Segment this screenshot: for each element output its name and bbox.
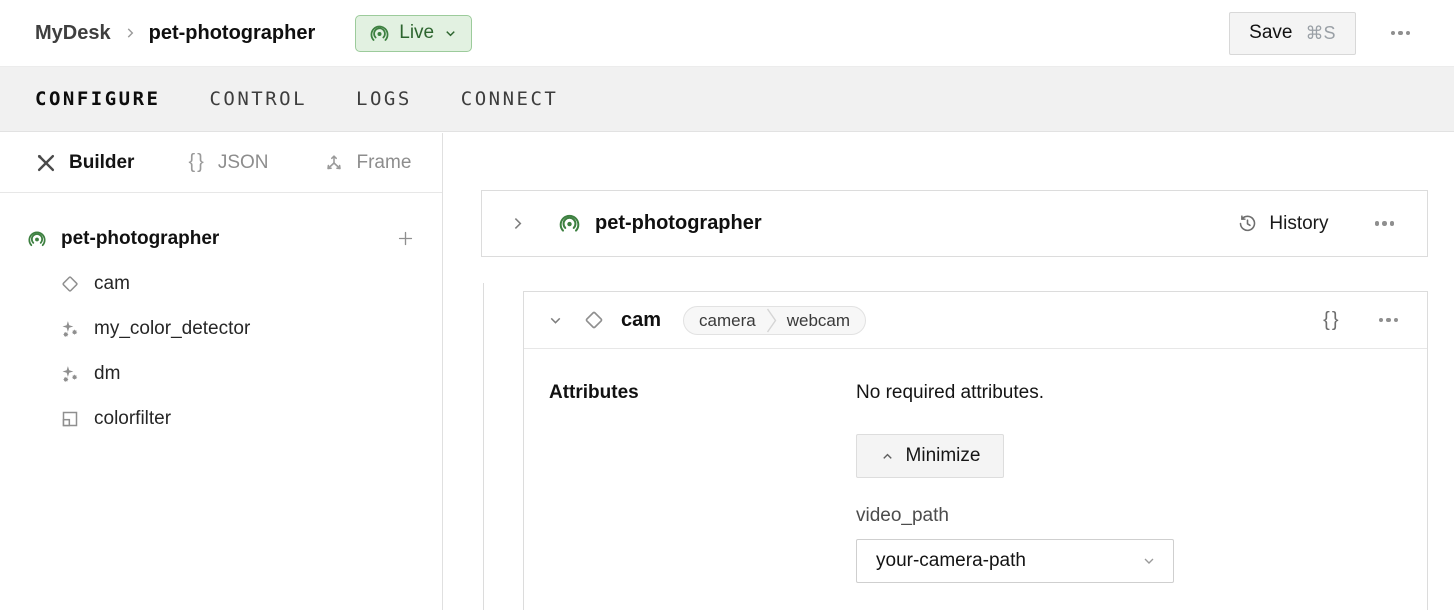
tree-item-dm[interactable]: dm: [0, 351, 442, 396]
no-required-attributes-text: No required attributes.: [856, 382, 1044, 404]
machine-part-card: pet-photographer History: [481, 190, 1428, 257]
tree-cam-label: cam: [94, 273, 130, 295]
save-button[interactable]: Save ⌘S: [1229, 12, 1355, 55]
breadcrumb-separator-icon: [123, 26, 137, 40]
machine-online-icon: [27, 229, 47, 249]
machine-status-dropdown[interactable]: Live: [355, 15, 472, 52]
part-menu-button[interactable]: [1371, 217, 1399, 230]
sidebar-mode-switcher: Builder {} JSON Frame: [0, 133, 442, 193]
chevron-down-icon[interactable]: [547, 312, 564, 329]
chevron-down-icon: [1141, 553, 1157, 569]
broadcast-icon: [369, 23, 390, 44]
mode-builder-label: Builder: [69, 152, 134, 174]
chevron-down-icon: [443, 26, 458, 41]
tree-item-machine[interactable]: pet-photographer: [0, 216, 442, 261]
status-label: Live: [399, 22, 434, 44]
component-diamond-icon: [60, 274, 80, 294]
attributes-section-label: Attributes: [549, 382, 639, 404]
video-path-value: your-camera-path: [876, 550, 1026, 572]
mode-frame-label: Frame: [357, 152, 412, 174]
edit-json-button[interactable]: {}: [1323, 309, 1340, 332]
component-diamond-icon: [583, 309, 605, 331]
resource-card-body: Attributes No required attributes. Minim…: [524, 349, 1427, 610]
video-path-select[interactable]: your-camera-path: [856, 539, 1174, 583]
config-sidebar: Builder {} JSON Frame: [0, 133, 443, 610]
chevron-separator-icon: [766, 306, 777, 335]
module-icon: [60, 409, 80, 429]
history-button[interactable]: History: [1237, 213, 1328, 235]
minimize-label: Minimize: [906, 445, 981, 467]
tab-control[interactable]: CONTROL: [209, 88, 307, 110]
badge-model: webcam: [777, 307, 865, 334]
history-label: History: [1269, 213, 1328, 235]
history-icon: [1237, 213, 1258, 234]
header-menu-button[interactable]: [1387, 27, 1415, 40]
service-sparkles-icon: [60, 319, 80, 339]
tree-machine-label: pet-photographer: [61, 228, 219, 250]
mode-json[interactable]: {} JSON: [188, 151, 268, 174]
braces-icon: {}: [188, 151, 205, 174]
machine-online-icon: [558, 212, 581, 235]
minimize-button[interactable]: Minimize: [856, 434, 1004, 478]
mode-builder[interactable]: Builder: [35, 152, 134, 174]
save-label: Save: [1249, 22, 1292, 44]
resource-card-cam: cam camera webcam {} Attributes No requi…: [523, 291, 1428, 610]
tree-item-colorfilter[interactable]: colorfilter: [0, 396, 442, 441]
app-header: MyDesk pet-photographer Live Save ⌘S: [0, 0, 1454, 67]
tree-item-my-color-detector[interactable]: my_color_detector: [0, 306, 442, 351]
tree-my-color-detector-label: my_color_detector: [94, 318, 250, 340]
mode-frame[interactable]: Frame: [323, 152, 412, 174]
video-path-label: video_path: [856, 505, 949, 527]
tab-logs[interactable]: LOGS: [356, 88, 412, 110]
resource-type-badge: camera webcam: [683, 306, 866, 335]
tab-connect[interactable]: CONNECT: [461, 88, 559, 110]
tree-colorfilter-label: colorfilter: [94, 408, 171, 430]
tree-dm-label: dm: [94, 363, 120, 385]
tree-item-cam[interactable]: cam: [0, 261, 442, 306]
tab-configure[interactable]: CONFIGURE: [35, 88, 160, 110]
resource-card-header: cam camera webcam {}: [524, 292, 1427, 349]
breadcrumb-current: pet-photographer: [149, 22, 316, 45]
chevron-right-icon[interactable]: [509, 215, 526, 232]
save-shortcut: ⌘S: [1305, 23, 1335, 44]
resource-menu-button[interactable]: [1375, 314, 1403, 327]
nested-resources-indent-line: [483, 283, 484, 610]
chevron-up-icon: [880, 449, 895, 464]
mode-json-label: JSON: [218, 152, 269, 174]
badge-type: camera: [684, 307, 766, 334]
service-sparkles-icon: [60, 364, 80, 384]
add-resource-button[interactable]: [396, 229, 415, 248]
config-main-panel: pet-photographer History ca: [443, 133, 1454, 610]
main-tabbar: CONFIGURE CONTROL LOGS CONNECT: [0, 67, 1454, 132]
breadcrumb-parent-link[interactable]: MyDesk: [35, 22, 111, 45]
axes-icon: [323, 152, 345, 174]
resource-name: cam: [621, 309, 661, 332]
part-title: pet-photographer: [595, 212, 762, 235]
resource-tree: pet-photographer cam my_color_detec: [0, 216, 442, 441]
breadcrumb: MyDesk pet-photographer: [35, 22, 315, 45]
tools-icon: [35, 152, 57, 174]
